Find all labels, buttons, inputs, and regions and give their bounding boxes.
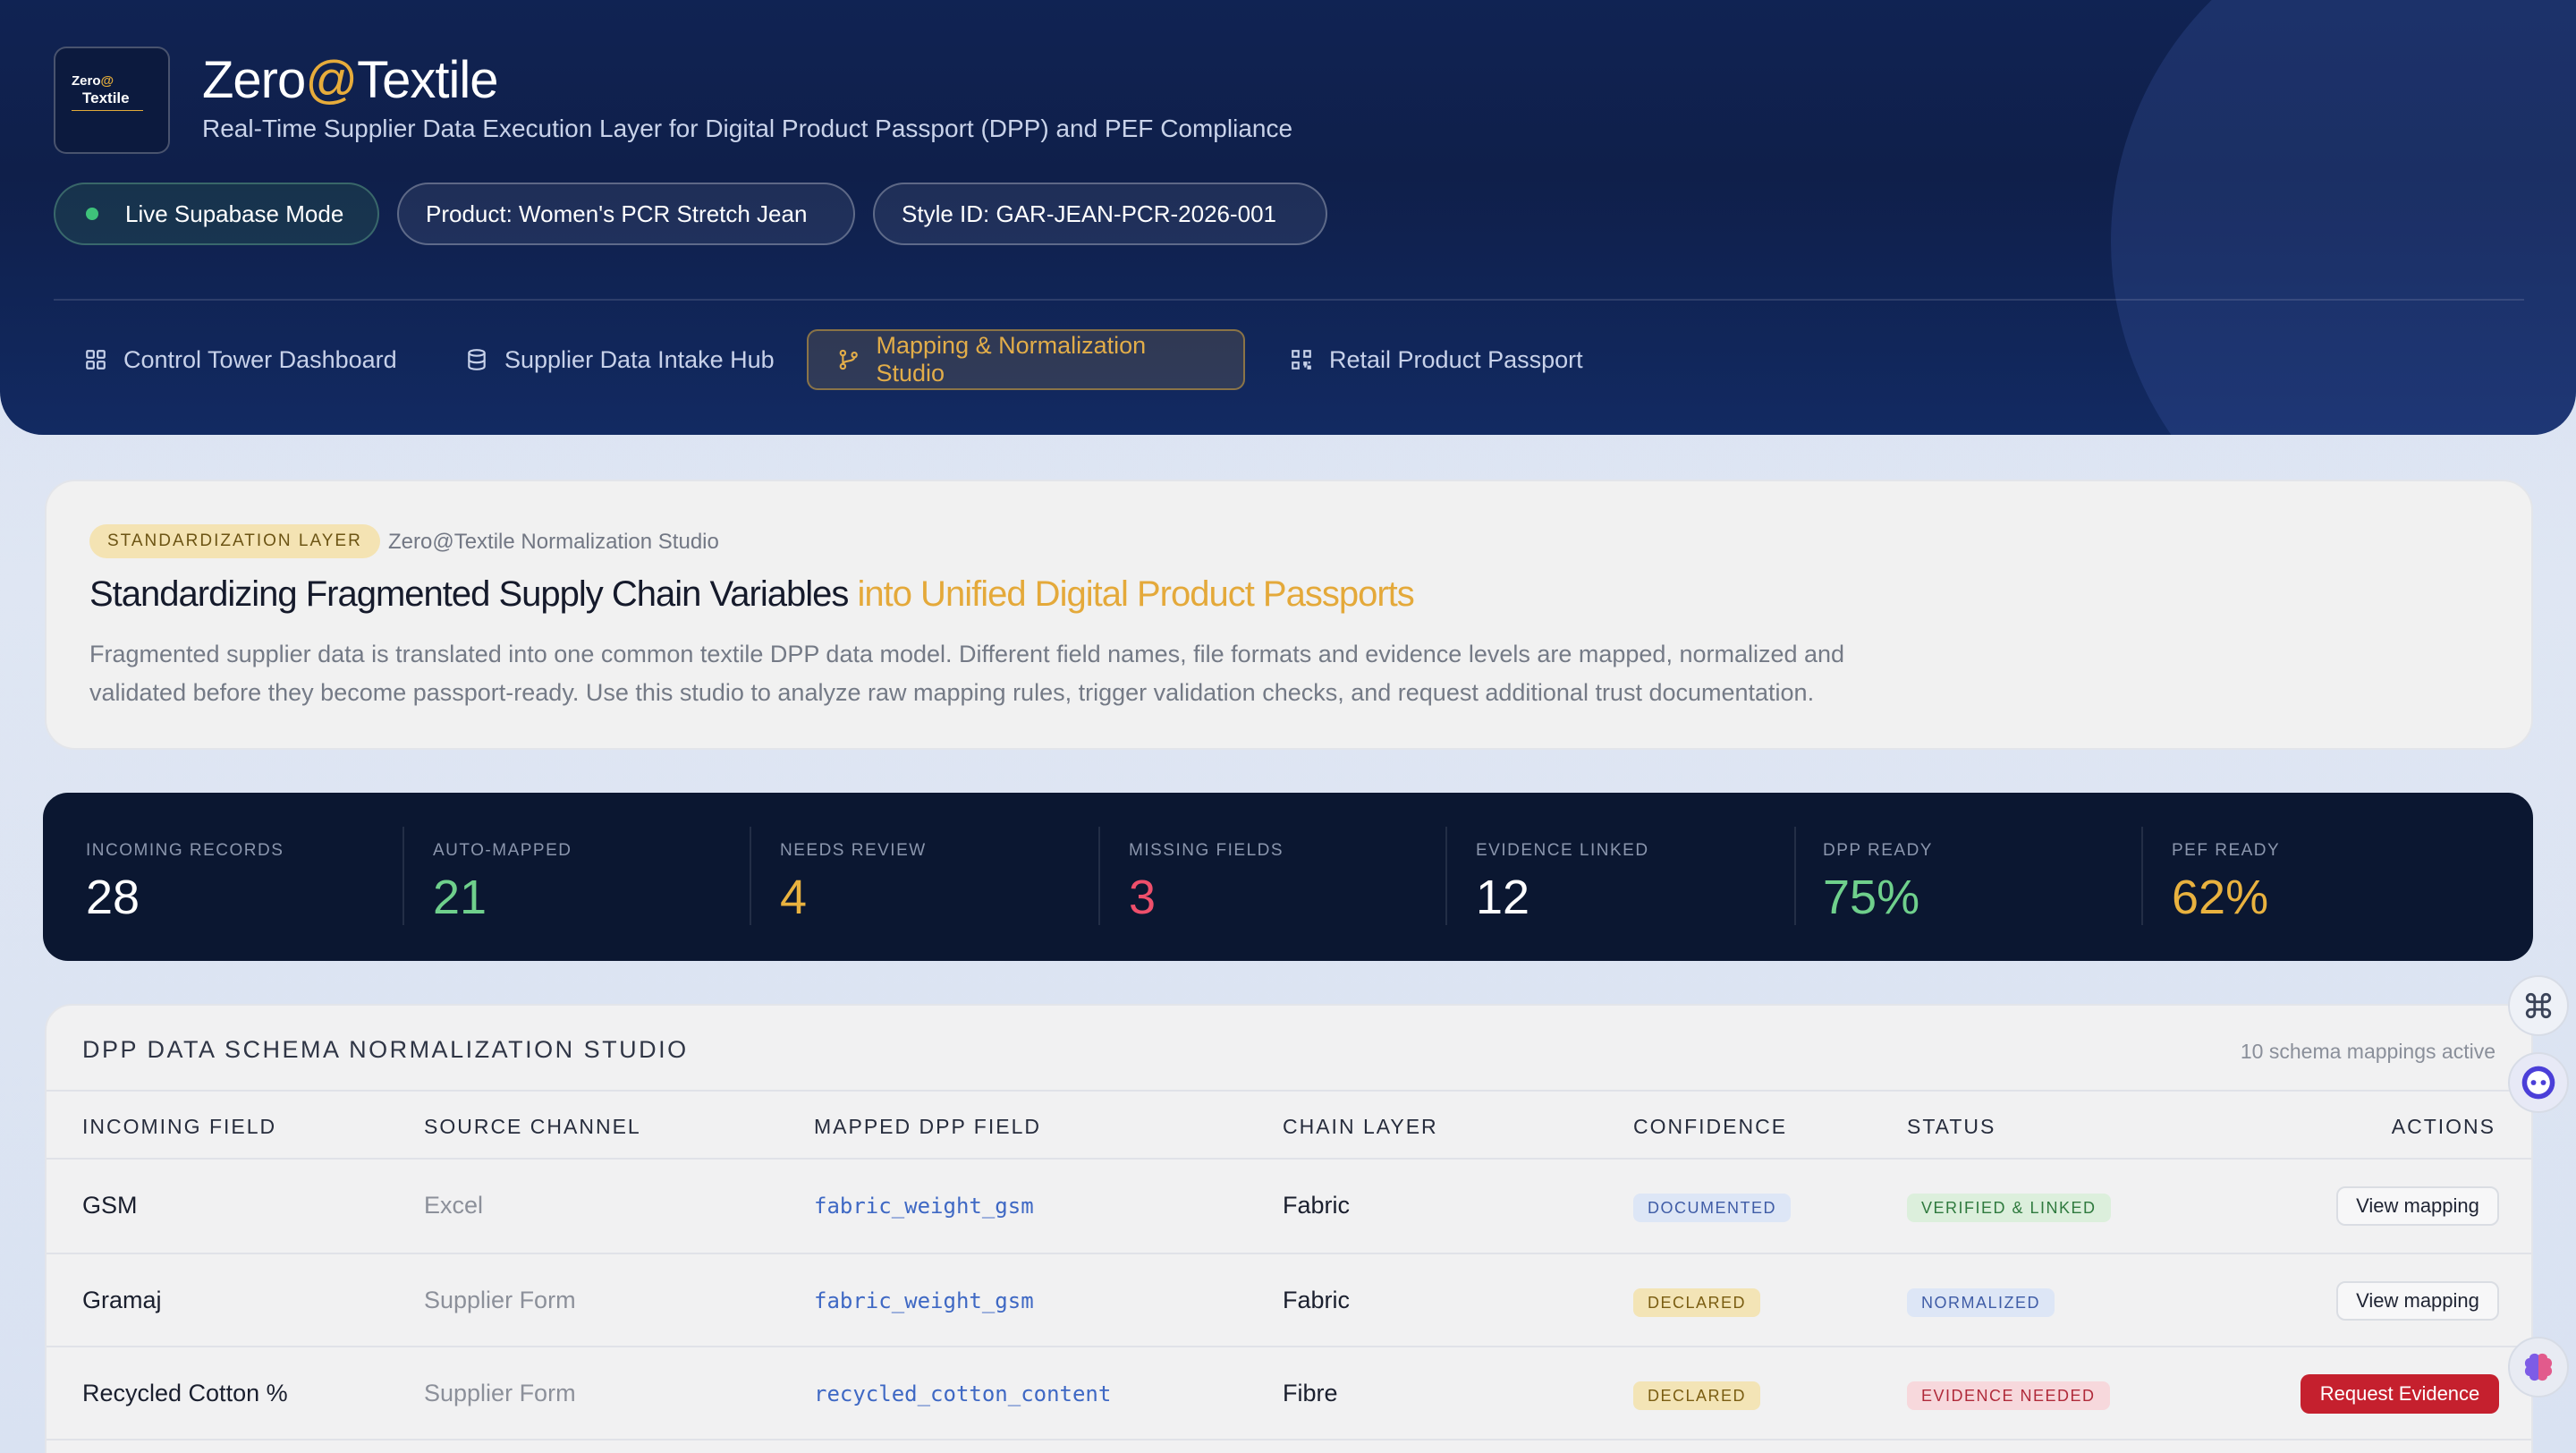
nav-supplier-data-intake-hub[interactable]: Supplier Data Intake Hub: [436, 329, 803, 390]
brain-icon: [2524, 1353, 2553, 1381]
table-row: GSM Excel fabric_weight_gsm Fabric DOCUM…: [47, 1160, 2531, 1253]
col-confidence: CONFIDENCE: [1633, 1115, 1788, 1138]
git-branch-icon: [839, 349, 858, 370]
source-channel-cell: Supplier Form: [424, 1287, 576, 1313]
grid-icon: [86, 350, 106, 370]
mapped-field-cell: fabric_weight_gsm: [814, 1194, 1034, 1219]
header-divider: [54, 299, 2524, 301]
command-icon: [2525, 992, 2552, 1019]
live-mode-pill: Live Supabase Mode: [54, 183, 379, 245]
nav-control-tower-dashboard[interactable]: Control Tower Dashboard: [55, 329, 426, 390]
col-actions: ACTIONS: [2391, 1115, 2496, 1138]
app-logo: Zero@ Textile ​: [54, 47, 170, 154]
incoming-field-cell: Gramaj: [82, 1287, 162, 1313]
intro-heading: Standardizing Fragmented Supply Chain Va…: [89, 574, 1415, 614]
bot-icon: [2521, 1066, 2555, 1100]
stats-bar: INCOMING RECORDS 28 AUTO-MAPPED 21 NEEDS…: [43, 793, 2533, 961]
view-mapping-button[interactable]: View mapping: [2336, 1186, 2499, 1226]
confidence-badge: DECLARED: [1633, 1381, 1761, 1410]
status-badge: NORMALIZED: [1907, 1288, 2055, 1317]
nav-retail-product-passport[interactable]: Retail Product Passport: [1261, 329, 1612, 390]
chain-layer-cell: Fabric: [1283, 1192, 1351, 1219]
standardization-layer-badge: STANDARDIZATION LAYER: [89, 524, 380, 558]
database-icon: [468, 349, 486, 370]
source-channel-cell: Excel: [424, 1192, 484, 1219]
col-mapped-dpp-field: MAPPED DPP FIELD: [814, 1115, 1041, 1138]
schema-mappings-count: 10 schema mappings active: [2240, 1040, 2496, 1063]
command-menu-button[interactable]: [2508, 975, 2569, 1036]
chain-layer-cell: Fabric: [1283, 1287, 1351, 1313]
live-status-dot-icon: [86, 208, 98, 220]
ai-brain-button[interactable]: [2508, 1337, 2569, 1398]
request-evidence-button[interactable]: Request Evidence: [2301, 1374, 2499, 1414]
app-header: Zero@ Textile ​ Zero@Textile Real-Time S…: [0, 0, 2576, 435]
product-pill: Product: Women's PCR Stretch Jean: [397, 183, 855, 245]
assistant-bot-button[interactable]: [2508, 1052, 2569, 1113]
table-row: Gramaj Supplier Form fabric_weight_gsm F…: [47, 1254, 2531, 1347]
status-badge: EVIDENCE NEEDED: [1907, 1381, 2110, 1410]
incoming-field-cell: GSM: [82, 1192, 138, 1219]
studio-name: Zero@Textile Normalization Studio: [388, 530, 719, 554]
app-title: Zero@Textile: [202, 51, 499, 109]
qr-code-icon: [1292, 350, 1311, 370]
table-title: DPP DATA SCHEMA NORMALIZATION STUDIO: [82, 1036, 689, 1063]
view-mapping-button[interactable]: View mapping: [2336, 1281, 2499, 1321]
normalization-table-card: DPP DATA SCHEMA NORMALIZATION STUDIO 10 …: [45, 1004, 2533, 1453]
incoming-field-cell: Recycled Cotton %: [82, 1380, 288, 1406]
mapped-field-cell: fabric_weight_gsm: [814, 1288, 1034, 1313]
intro-card: STANDARDIZATION LAYER Zero@Textile Norma…: [45, 480, 2533, 750]
col-incoming-field: INCOMING FIELD: [82, 1115, 277, 1138]
source-channel-cell: Supplier Form: [424, 1380, 576, 1406]
status-badge: VERIFIED & LINKED: [1907, 1194, 2111, 1222]
decorative-orb: [2111, 0, 2576, 435]
chain-layer-cell: Fibre: [1283, 1380, 1338, 1406]
mapped-field-cell: recycled_cotton_content: [814, 1381, 1112, 1406]
col-status: STATUS: [1907, 1115, 1996, 1138]
col-source-channel: SOURCE CHANNEL: [424, 1115, 641, 1138]
intro-description: Fragmented supplier data is translated i…: [89, 641, 1845, 706]
style-id-pill: Style ID: GAR-JEAN-PCR-2026-001: [873, 183, 1327, 245]
table-row: Recycled Cotton % Supplier Form recycled…: [47, 1347, 2531, 1440]
confidence-badge: DECLARED: [1633, 1288, 1761, 1317]
nav-mapping-normalization-studio[interactable]: Mapping & Normalization Studio: [807, 329, 1245, 390]
app-subtitle: Real-Time Supplier Data Execution Layer …: [202, 115, 1293, 142]
confidence-badge: DOCUMENTED: [1633, 1194, 1791, 1222]
col-chain-layer: CHAIN LAYER: [1283, 1115, 1438, 1138]
